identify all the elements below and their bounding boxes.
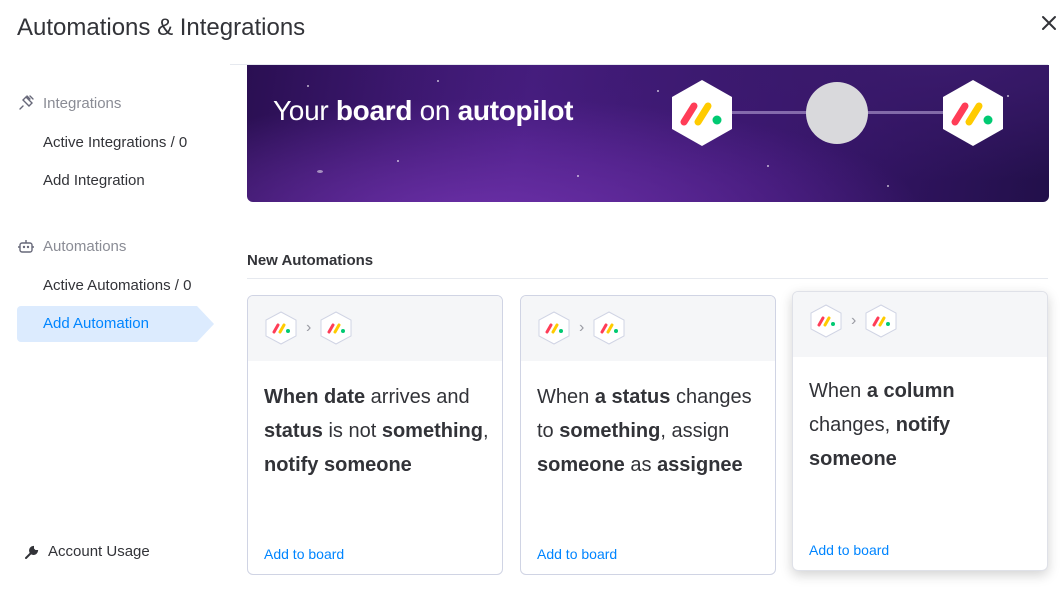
- monday-logo-icon: [593, 311, 625, 345]
- automation-card[interactable]: › When a column changes, notify someone …: [792, 291, 1048, 571]
- card-header: ›: [793, 292, 1047, 357]
- section-title: New Automations: [247, 252, 374, 269]
- integrations-header: Integrations: [17, 94, 121, 112]
- add-to-board-link[interactable]: Add to board: [264, 546, 344, 562]
- monday-logo-icon: [865, 304, 897, 338]
- sidebar-item-active-automations[interactable]: Active Automations / 0: [17, 268, 197, 304]
- sidebar-item-active-integrations[interactable]: Active Integrations / 0: [17, 125, 197, 161]
- wrench-icon: [25, 545, 39, 559]
- add-to-board-link[interactable]: Add to board: [809, 542, 889, 558]
- chevron-right-icon: ›: [851, 312, 857, 329]
- integrations-header-label: Integrations: [43, 94, 122, 112]
- automations-header: Automations: [17, 237, 126, 255]
- chevron-right-icon: ›: [306, 319, 312, 336]
- add-to-board-link[interactable]: Add to board: [537, 546, 617, 562]
- banner-center-circle: [806, 82, 868, 144]
- card-recipe-text: When date arrives and status is not some…: [264, 386, 489, 476]
- monday-logo-icon: [320, 311, 352, 345]
- close-icon[interactable]: [1038, 12, 1060, 34]
- automation-card[interactable]: › When a status changes to something, as…: [520, 295, 776, 575]
- plug-icon: [19, 95, 34, 110]
- monday-logo-icon: [538, 311, 570, 345]
- card-header: ›: [521, 296, 775, 361]
- account-usage-link[interactable]: Account Usage: [24, 543, 150, 560]
- autopilot-banner: Your board on autopilot: [247, 65, 1049, 202]
- monday-logo-icon: [265, 311, 297, 345]
- monday-logo-icon: [672, 80, 732, 146]
- card-header: ›: [248, 296, 502, 361]
- account-usage-label: Account Usage: [48, 543, 150, 560]
- chevron-right-icon: ›: [579, 319, 585, 336]
- automations-header-label: Automations: [43, 237, 127, 255]
- robot-icon: [18, 240, 34, 253]
- section-divider: [247, 278, 1048, 279]
- monday-logo-icon: [943, 80, 1003, 146]
- monday-logo-icon: [810, 304, 842, 338]
- card-recipe-text: When a column changes, notify someone: [809, 380, 955, 470]
- banner-headline: Your board on autopilot: [273, 95, 574, 126]
- sidebar: Integrations Active Integrations / 0 Add…: [0, 65, 230, 589]
- sidebar-item-add-automation[interactable]: Add Automation: [17, 306, 214, 342]
- card-recipe-text: When a status changes to something, assi…: [537, 386, 752, 476]
- sidebar-item-add-integration[interactable]: Add Integration: [17, 163, 197, 199]
- automation-card[interactable]: › When date arrives and status is not so…: [247, 295, 503, 575]
- page-title: Automations & Integrations: [17, 14, 306, 41]
